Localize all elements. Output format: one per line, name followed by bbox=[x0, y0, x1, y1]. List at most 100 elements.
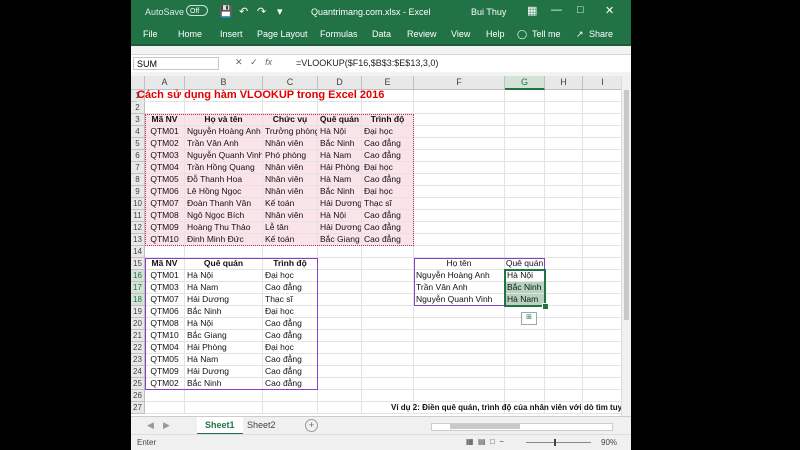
table1-cell[interactable]: QTM03 bbox=[145, 150, 185, 162]
grid-cell[interactable] bbox=[263, 390, 318, 402]
table1-cell[interactable]: Hà Nam bbox=[318, 174, 362, 186]
table1-cell[interactable]: Bắc Ninh bbox=[318, 186, 362, 198]
table1-cell[interactable]: QTM05 bbox=[145, 174, 185, 186]
table2-cell[interactable]: QTM04 bbox=[145, 342, 185, 354]
column-header-b[interactable]: B bbox=[185, 76, 263, 90]
table2-cell[interactable]: QTM02 bbox=[145, 378, 185, 390]
table2-cell[interactable]: Đại học bbox=[263, 270, 318, 282]
grid-cell[interactable] bbox=[362, 354, 414, 366]
vertical-scroll-thumb[interactable] bbox=[624, 90, 629, 320]
grid-cell[interactable] bbox=[414, 102, 505, 114]
table2-cell[interactable]: Hải Phòng bbox=[185, 342, 263, 354]
table1-cell[interactable]: QTM07 bbox=[145, 198, 185, 210]
grid-cell[interactable] bbox=[505, 390, 545, 402]
tab-file[interactable]: File bbox=[143, 29, 158, 39]
grid-cell[interactable] bbox=[318, 366, 362, 378]
share-button[interactable]: Share bbox=[589, 29, 613, 39]
row-header-19[interactable]: 19 bbox=[131, 306, 145, 318]
table1-cell[interactable]: QTM10 bbox=[145, 234, 185, 246]
grid-cell[interactable] bbox=[545, 198, 583, 210]
table1-cell[interactable]: Hải Phòng bbox=[318, 162, 362, 174]
table2-cell[interactable]: Đại học bbox=[263, 342, 318, 354]
table3-header-cell[interactable]: Quê quán bbox=[505, 258, 545, 270]
table2-cell[interactable]: Hải Dương bbox=[185, 366, 263, 378]
tab-help[interactable]: Help bbox=[486, 29, 505, 39]
column-header-h[interactable]: H bbox=[545, 76, 583, 90]
table1-cell[interactable]: Hải Dương bbox=[318, 198, 362, 210]
table1-cell[interactable]: Ngô Ngọc Bích bbox=[185, 210, 263, 222]
grid-cell[interactable] bbox=[318, 354, 362, 366]
grid-cell[interactable] bbox=[583, 90, 623, 102]
grid-cell[interactable] bbox=[583, 390, 623, 402]
grid-cell[interactable] bbox=[185, 246, 263, 258]
grid-cell[interactable] bbox=[545, 210, 583, 222]
grid-cell[interactable] bbox=[414, 174, 505, 186]
grid-cell[interactable] bbox=[545, 258, 583, 270]
lookup-result-cell[interactable]: Bắc Ninh bbox=[505, 282, 545, 294]
table2-header-cell[interactable]: Mã NV bbox=[145, 258, 185, 270]
horizontal-scrollbar[interactable] bbox=[431, 423, 613, 431]
table2-cell[interactable]: Cao đẳng bbox=[263, 318, 318, 330]
grid-cell[interactable] bbox=[362, 366, 414, 378]
grid-cell[interactable] bbox=[505, 222, 545, 234]
grid-cell[interactable] bbox=[505, 234, 545, 246]
column-header-i[interactable]: I bbox=[583, 76, 623, 90]
grid-cell[interactable] bbox=[505, 330, 545, 342]
grid-cell[interactable] bbox=[362, 246, 414, 258]
column-header-f[interactable]: F bbox=[414, 76, 505, 90]
table1-cell[interactable]: Đại học bbox=[362, 162, 414, 174]
grid-cell[interactable] bbox=[318, 318, 362, 330]
grid-cell[interactable] bbox=[362, 342, 414, 354]
grid-cell[interactable] bbox=[505, 246, 545, 258]
column-header-c[interactable]: C bbox=[263, 76, 318, 90]
add-sheet-icon[interactable]: + bbox=[305, 419, 318, 432]
table1-cell[interactable]: Cao đẳng bbox=[362, 222, 414, 234]
table2-cell[interactable]: Đại học bbox=[263, 306, 318, 318]
tab-formulas[interactable]: Formulas bbox=[320, 29, 358, 39]
grid-cell[interactable] bbox=[318, 342, 362, 354]
grid-cell[interactable] bbox=[362, 258, 414, 270]
table2-cell[interactable]: Cao đẳng bbox=[263, 330, 318, 342]
table1-cell[interactable]: Nguyễn Hoàng Anh bbox=[185, 126, 263, 138]
autosave-toggle[interactable]: Off bbox=[186, 5, 208, 16]
grid-cell[interactable] bbox=[414, 222, 505, 234]
grid-cell[interactable] bbox=[414, 162, 505, 174]
grid-cell[interactable] bbox=[583, 210, 623, 222]
grid-cell[interactable] bbox=[414, 342, 505, 354]
grid-cell[interactable] bbox=[545, 330, 583, 342]
table1-cell[interactable]: QTM01 bbox=[145, 126, 185, 138]
table1-cell[interactable]: Nhân viên bbox=[263, 162, 318, 174]
table1-cell[interactable]: Đoàn Thanh Vân bbox=[185, 198, 263, 210]
grid-cell[interactable] bbox=[362, 390, 414, 402]
grid-cell[interactable] bbox=[505, 102, 545, 114]
vertical-scrollbar[interactable] bbox=[621, 76, 631, 416]
grid-cell[interactable] bbox=[583, 330, 623, 342]
grid-cell[interactable] bbox=[505, 150, 545, 162]
table1-cell[interactable]: Trưởng phòng bbox=[263, 126, 318, 138]
zoom-slider[interactable] bbox=[526, 439, 591, 446]
table2-cell[interactable]: QTM08 bbox=[145, 318, 185, 330]
row-header-4[interactable]: 4 bbox=[131, 126, 145, 138]
row-header-2[interactable]: 2 bbox=[131, 102, 145, 114]
table2-cell[interactable]: QTM10 bbox=[145, 330, 185, 342]
table1-cell[interactable]: QTM04 bbox=[145, 162, 185, 174]
grid-cell[interactable] bbox=[362, 102, 414, 114]
grid-cell[interactable] bbox=[583, 186, 623, 198]
grid-cell[interactable] bbox=[414, 210, 505, 222]
grid-cell[interactable] bbox=[145, 390, 185, 402]
grid-cell[interactable] bbox=[545, 102, 583, 114]
grid-cell[interactable] bbox=[545, 114, 583, 126]
column-header-a[interactable]: A bbox=[145, 76, 185, 90]
table2-cell[interactable]: Cao đẳng bbox=[263, 282, 318, 294]
grid-cell[interactable] bbox=[545, 270, 583, 282]
grid-cell[interactable] bbox=[583, 102, 623, 114]
table1-cell[interactable]: Hoàng Thu Thảo bbox=[185, 222, 263, 234]
table1-cell[interactable]: Kế toán bbox=[263, 234, 318, 246]
grid-cell[interactable] bbox=[414, 378, 505, 390]
grid-cell[interactable] bbox=[318, 294, 362, 306]
grid-cell[interactable] bbox=[583, 138, 623, 150]
grid-cell[interactable] bbox=[545, 306, 583, 318]
table3-header-cell[interactable]: Họ tên bbox=[414, 258, 505, 270]
scroll-right-icon[interactable]: ▶ bbox=[163, 420, 170, 431]
table1-cell[interactable]: Nhân viên bbox=[263, 138, 318, 150]
